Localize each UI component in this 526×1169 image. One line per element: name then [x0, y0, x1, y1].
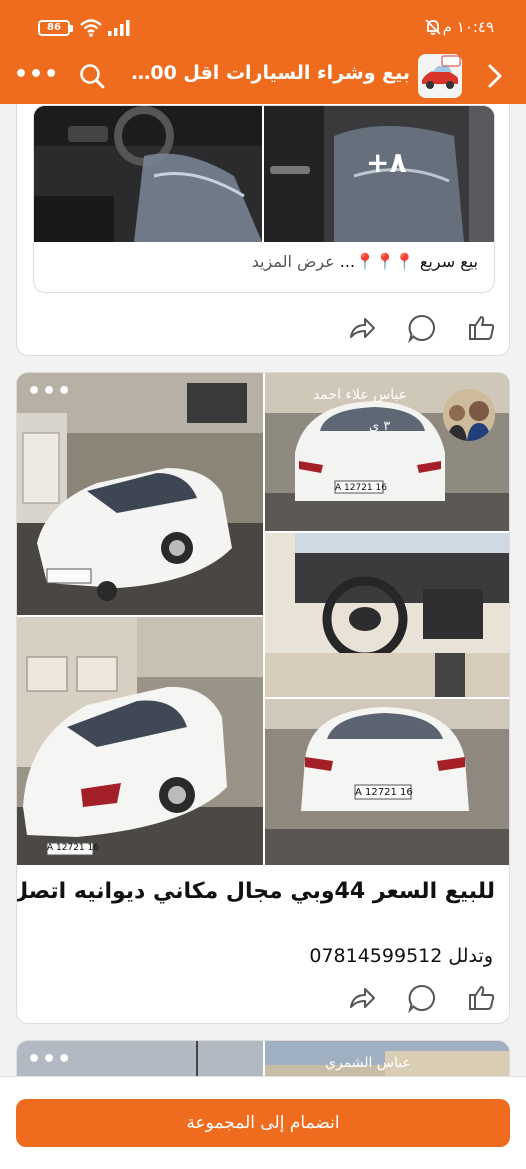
car-dashboard-photo[interactable]: [265, 533, 509, 697]
comment-icon[interactable]: [407, 313, 437, 343]
share-icon[interactable]: [347, 313, 377, 343]
license-plate: 16 A 12721: [47, 843, 99, 853]
photo-options-icon[interactable]: •••: [27, 379, 72, 404]
photo-watermark: عباس علاء احمد: [313, 387, 408, 403]
license-plate: 16 A 12721: [335, 483, 387, 493]
signal-icon: [108, 20, 130, 36]
back-arrow-icon[interactable]: [480, 60, 510, 92]
like-icon[interactable]: [467, 983, 497, 1013]
search-icon[interactable]: [78, 62, 106, 90]
car-rear-plate-photo[interactable]: 16 A 12721: [265, 699, 509, 865]
battery-icon: 86: [38, 20, 73, 36]
post-text-phone[interactable]: وتدلل 07814599512: [309, 945, 493, 967]
mute-icon: [425, 19, 441, 35]
battery-level: 86: [47, 22, 61, 33]
more-photos-count[interactable]: +٨: [366, 146, 407, 179]
post-actions: [17, 977, 509, 1021]
person-avatar: [443, 389, 495, 441]
see-more-link[interactable]: عرض المزيد: [252, 252, 335, 271]
status-time: ١٠:٤٩ م: [442, 18, 494, 36]
app-bar: ••• بيع وشراء السيارات اقل 100 ور...: [0, 52, 526, 104]
top-bar: 86 ١٠:٤٩ م ••• بيع وشراء السيارات اقل 10…: [0, 0, 526, 104]
feed[interactable]: +٨ بيع سريع 📍📍📍... عرض المزيد ••• عباس ع…: [0, 104, 526, 1084]
shared-post[interactable]: +٨ بيع سريع 📍📍📍... عرض المزيد: [33, 105, 495, 293]
post-preview-text: بيع سريع 📍📍📍... عرض المزيد: [252, 252, 478, 271]
photo-options-icon[interactable]: •••: [27, 1047, 72, 1072]
wifi-icon: [80, 19, 102, 37]
post-card: ••• عباس علاء احمد ٣ ي 16 A 12721 16 A 1…: [16, 372, 510, 1024]
preview-text: بيع سريع 📍📍📍...: [334, 252, 478, 271]
photo-watermark: عباس الشمري: [325, 1055, 411, 1071]
join-group-button[interactable]: انضمام إلى المجموعة: [16, 1099, 510, 1147]
post-text: للبيع السعر 44وبي مجال مكاني ديوانيه اتص…: [16, 879, 495, 904]
more-icon[interactable]: •••: [14, 64, 58, 88]
car-rear-photo[interactable]: عباس علاء احمد ٣ ي 16 A 12721: [265, 373, 509, 531]
bottom-bar: انضمام إلى المجموعة: [0, 1076, 526, 1169]
car-rear-seat-photo[interactable]: +٨: [264, 106, 494, 242]
car-side-photo[interactable]: [17, 617, 263, 865]
car-interior-photo[interactable]: [34, 106, 262, 242]
group-avatar[interactable]: [418, 54, 462, 98]
photo-watermark-sub: ٣ ي: [369, 419, 391, 434]
comment-icon[interactable]: [407, 983, 437, 1013]
car-front-photo[interactable]: •••: [17, 373, 263, 615]
status-bar: 86 ١٠:٤٩ م: [0, 0, 526, 52]
post-actions: [17, 307, 509, 351]
like-icon[interactable]: [467, 313, 497, 343]
license-plate: 16 A 12721: [355, 787, 413, 798]
share-icon[interactable]: [347, 983, 377, 1013]
group-title[interactable]: بيع وشراء السيارات اقل 100 ور...: [126, 62, 410, 90]
post-card: +٨ بيع سريع 📍📍📍... عرض المزيد: [16, 104, 510, 356]
